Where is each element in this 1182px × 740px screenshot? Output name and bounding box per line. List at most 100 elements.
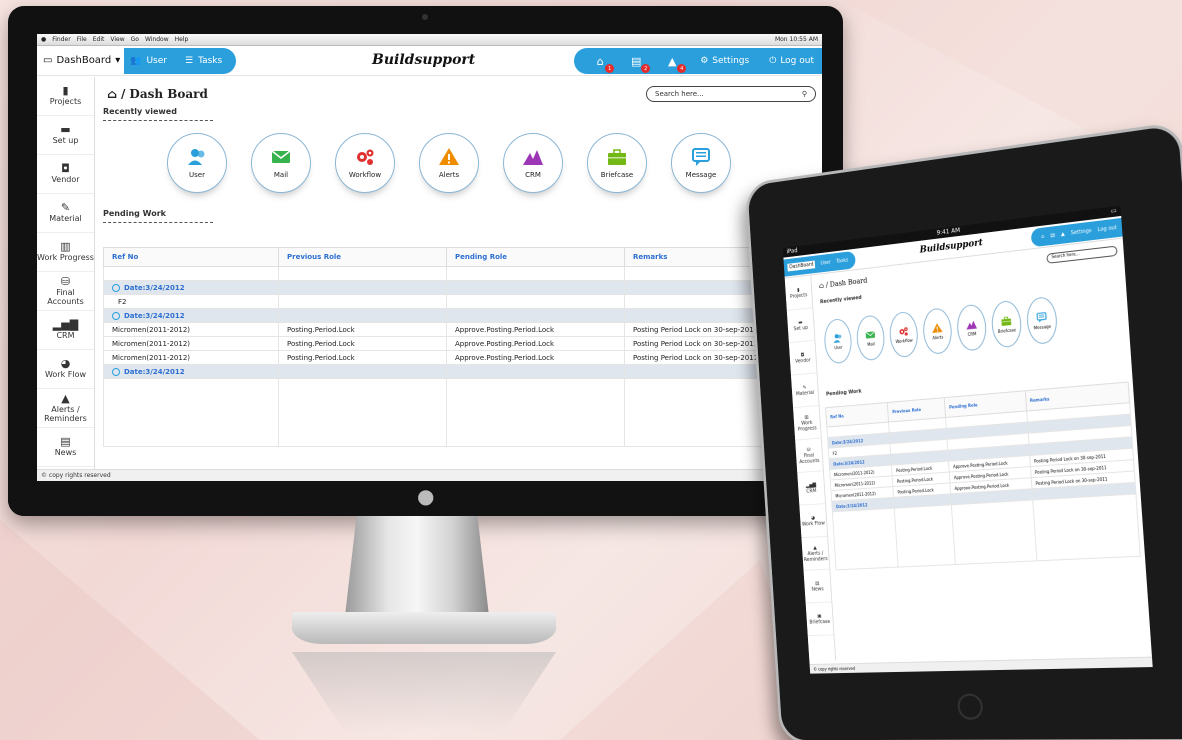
vendor-icon: ◘ xyxy=(61,162,70,175)
tablet-sidebar-item[interactable]: ▂▅▇ CRM xyxy=(797,471,826,506)
search-icon[interactable]: ⚲ xyxy=(802,90,807,98)
recent-item-crm[interactable]: CRM xyxy=(503,133,563,193)
column-header-previous-role[interactable]: Previous Role xyxy=(278,247,447,267)
dashboard-dropdown[interactable]: ▭ DashBoard ▾ xyxy=(39,47,125,74)
home-icon[interactable]: ⌂ xyxy=(1041,234,1045,240)
expand-icon[interactable] xyxy=(112,311,120,320)
tablet-recent-item[interactable]: User xyxy=(823,317,853,365)
sidebar-item-alerts-reminders[interactable]: ▲ Alerts / Reminders xyxy=(37,389,94,428)
ref-cell: Micromen(2011-2012) xyxy=(103,336,279,351)
tablet-settings-button[interactable]: Settings xyxy=(1071,228,1092,237)
right-actions-pill: ⌂ 1 ▤ 2 ▲ 4 ⚙ Settings ⏻ Log out xyxy=(574,48,822,74)
tablet-search-input[interactable]: Search here... xyxy=(1046,245,1118,264)
tablet-dashboard-dropdown[interactable]: DashBoard xyxy=(787,260,816,272)
alerts-notification-button[interactable]: ▲ 4 xyxy=(664,53,687,73)
table-row[interactable]: Micromen(2011-2012) Posting.Period.Lock … xyxy=(103,336,816,351)
recent-item-workflow[interactable]: Workflow xyxy=(335,133,395,193)
recent-item-briefcase[interactable]: Briefcase xyxy=(587,133,647,193)
tablet-logo: Buildsupport xyxy=(919,238,984,256)
menu-view[interactable]: View xyxy=(110,36,124,43)
recent-item-label: Alerts xyxy=(932,334,944,341)
warning-icon[interactable]: ▲ xyxy=(1061,231,1065,238)
tablet-sidebar-item[interactable]: ▣ Briefcase xyxy=(805,602,834,637)
tablet-recent-item[interactable]: Briefcase xyxy=(990,299,1023,349)
date-group-row[interactable]: Date:3/24/2012 xyxy=(103,280,816,295)
settings-button[interactable]: ⚙ Settings xyxy=(700,56,749,66)
menu-file[interactable]: File xyxy=(77,36,87,43)
sidebar-item-work-progress[interactable]: ▥ Work Progress xyxy=(37,233,94,272)
menu-go[interactable]: Go xyxy=(131,36,139,43)
tablet-sidebar-item[interactable]: ✎ Material xyxy=(790,373,819,409)
expand-icon[interactable] xyxy=(112,283,120,292)
home-notification-button[interactable]: ⌂ 1 xyxy=(592,53,615,73)
table-row[interactable]: F2 xyxy=(103,294,816,309)
recent-item-user[interactable]: User xyxy=(167,133,227,193)
user-button[interactable]: 👥 User xyxy=(130,56,167,66)
menu-window[interactable]: Window xyxy=(145,36,169,43)
sidebar-item-label: Final Accounts xyxy=(799,452,820,465)
sidebar-item-news[interactable]: ▤ News xyxy=(37,428,94,467)
tablet-recently-viewed-title: Recently viewed xyxy=(819,294,862,306)
column-header-ref-no[interactable]: Ref No xyxy=(103,247,279,267)
sidebar-item-projects[interactable]: ▮ Projects xyxy=(37,77,94,116)
search-input[interactable]: Search here... ⚲ xyxy=(646,86,816,102)
menu-edit[interactable]: Edit xyxy=(93,36,105,43)
recent-item-label: Alerts xyxy=(438,170,460,179)
tablet-sidebar-item[interactable]: ⛁ Final Accounts xyxy=(795,438,823,474)
menu-help[interactable]: Help xyxy=(175,36,189,43)
tablet-home-button[interactable] xyxy=(956,693,984,720)
bar-chart-icon: ▂▅▇ xyxy=(52,318,79,331)
recently-viewed-title: Recently viewed xyxy=(103,107,177,116)
tablet-logout-button[interactable]: Log out xyxy=(1097,225,1117,233)
device-name: iPad xyxy=(786,247,798,256)
recent-item-mail[interactable]: Mail xyxy=(251,133,311,193)
tablet-recent-item[interactable]: Workflow xyxy=(888,310,920,359)
sidebar-item-vendor[interactable]: ◘ Vendor xyxy=(37,155,94,194)
tasks-button[interactable]: ☰ Tasks xyxy=(185,56,222,66)
messages-notification-button[interactable]: ▤ 2 xyxy=(628,53,651,73)
date-label: Date:3/24/2012 xyxy=(124,311,185,320)
sidebar-item-label: Briefcase xyxy=(809,618,831,625)
apple-menu-icon[interactable]: ● xyxy=(41,36,46,43)
recent-item-label: User xyxy=(834,344,843,351)
tablet-sidebar-item[interactable]: ▲ Alerts / Reminders xyxy=(801,536,830,571)
date-group-row[interactable]: Date:3/24/2012 xyxy=(103,364,816,379)
sidebar-item-material[interactable]: ✎ Material xyxy=(37,194,94,233)
date-group-row[interactable]: Date:3/24/2012 xyxy=(103,308,816,323)
recent-item-message[interactable]: Message xyxy=(671,133,731,193)
expand-icon[interactable] xyxy=(112,367,120,376)
tablet-tasks-button[interactable]: Tasks xyxy=(836,257,848,264)
home-icon[interactable]: ⌂ xyxy=(107,87,117,101)
notification-badge: 2 xyxy=(641,64,651,73)
table-row[interactable]: Micromen(2011-2012) Posting.Period.Lock … xyxy=(103,350,816,365)
tablet-sidebar-item[interactable]: ◕ Work Flow xyxy=(799,504,828,539)
sidebar-item-label: Set up xyxy=(793,324,809,332)
recent-item-alerts[interactable]: Alerts xyxy=(419,133,479,193)
tablet-sidebar-item[interactable]: ◘ Vendor xyxy=(788,340,817,376)
tablet-recent-item[interactable]: CRM xyxy=(955,303,988,352)
tablet-sidebar-item[interactable]: ▤ News xyxy=(803,569,832,604)
sidebar-item-set-up[interactable]: ▬ Set up xyxy=(37,116,94,155)
sidebar-item-final-accounts[interactable]: ⛁ Final Accounts xyxy=(37,272,94,311)
notification-badge: 4 xyxy=(677,64,687,73)
tablet-sidebar-item[interactable]: ▮ Projects xyxy=(784,275,813,311)
tablet-user-button[interactable]: User xyxy=(820,260,831,267)
sidebar-item-crm[interactable]: ▂▅▇ CRM xyxy=(37,311,94,350)
logout-button[interactable]: ⏻ Log out xyxy=(769,56,814,66)
tablet-sidebar-item[interactable]: ▥ Work Progress xyxy=(793,405,821,441)
list-notification-icon[interactable]: ▤ xyxy=(1050,232,1055,239)
alert-icon xyxy=(438,147,460,166)
gears-icon xyxy=(354,148,376,166)
tablet-recent-item[interactable]: Mail xyxy=(855,314,886,362)
tablet-sidebar-item[interactable]: ▬ Set up xyxy=(786,308,815,344)
tablet-recent-item[interactable]: Alerts xyxy=(921,306,954,356)
search-placeholder: Search here... xyxy=(655,90,704,98)
table-row[interactable]: Micromen(2011-2012) Posting.Period.Lock … xyxy=(103,322,816,337)
tablet-recent-item[interactable]: Message xyxy=(1025,295,1059,346)
projects-icon: ▮ xyxy=(62,84,69,97)
date-label: Date:3/24/2012 xyxy=(124,367,185,376)
menubar-clock: Mon 10:55 AM xyxy=(774,36,818,43)
menu-finder[interactable]: Finder xyxy=(52,36,70,43)
column-header-pending-role[interactable]: Pending Role xyxy=(446,247,625,267)
sidebar-item-work-flow[interactable]: ◕ Work Flow xyxy=(37,350,94,389)
